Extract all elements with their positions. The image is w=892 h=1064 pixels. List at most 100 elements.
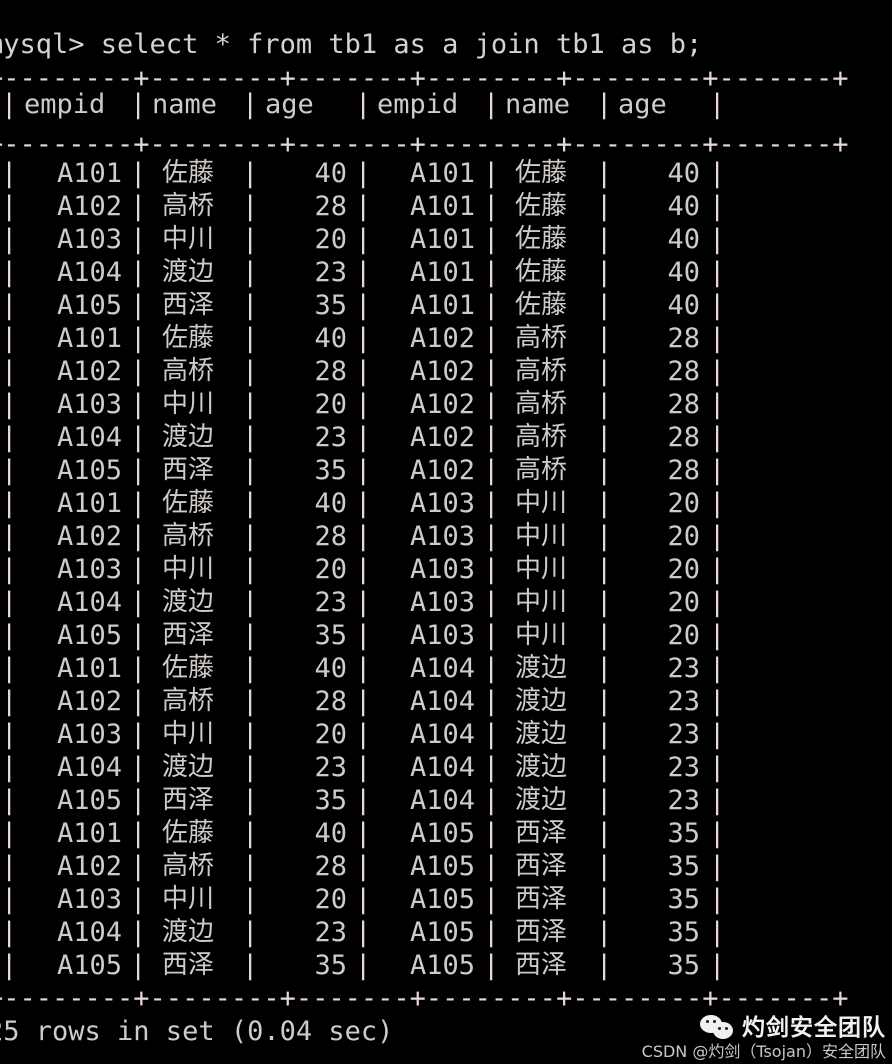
cell-empid-b: A101 xyxy=(409,191,475,222)
column-separator: | xyxy=(709,422,726,453)
cell-age-a: 35 xyxy=(314,455,347,486)
mysql-command-line: mysql> select * from tb1 as a join tb1 a… xyxy=(0,29,703,60)
column-separator: | xyxy=(1,89,18,120)
cell-name-b: 高桥 xyxy=(514,323,567,353)
cell-empid-a: A104 xyxy=(56,422,122,453)
column-separator: | xyxy=(355,389,372,420)
cell-name-a: 西泽 xyxy=(161,455,214,485)
cell-name-a: 渡边 xyxy=(161,587,214,617)
cell-age-a: 23 xyxy=(314,257,347,288)
cell-age-b: 23 xyxy=(667,719,700,750)
cell-empid-b: A101 xyxy=(409,158,475,189)
column-separator: | xyxy=(1,587,18,618)
cell-name-a: 西泽 xyxy=(161,950,214,980)
cell-name-b: 西泽 xyxy=(514,884,567,914)
cell-name-b: 中川 xyxy=(514,620,567,650)
column-separator: | xyxy=(1,257,18,288)
cell-name-a: 佐藤 xyxy=(161,323,214,353)
column-separator: | xyxy=(1,488,18,519)
cell-name-a: 高桥 xyxy=(161,191,214,221)
cell-empid-a: A104 xyxy=(56,917,122,948)
cell-name-a: 西泽 xyxy=(161,620,214,650)
cell-age-b: 35 xyxy=(667,851,700,882)
cell-empid-b: A104 xyxy=(409,686,475,717)
cell-name-b: 西泽 xyxy=(514,950,567,980)
cell-age-a: 35 xyxy=(314,785,347,816)
column-separator: | xyxy=(355,719,372,750)
column-separator: | xyxy=(709,917,726,948)
column-separator: | xyxy=(709,389,726,420)
column-separator: | xyxy=(1,818,18,849)
cell-name-a: 中川 xyxy=(161,554,214,584)
cell-name-a: 渡边 xyxy=(161,422,214,452)
cell-age-b: 23 xyxy=(667,653,700,684)
column-separator: | xyxy=(709,455,726,486)
column-separator: | xyxy=(596,89,613,120)
cell-age-b: 40 xyxy=(667,290,700,321)
cell-age-a: 40 xyxy=(314,158,347,189)
cell-age-a: 35 xyxy=(314,290,347,321)
cell-name-b: 西泽 xyxy=(514,851,567,881)
cell-age-b: 23 xyxy=(667,785,700,816)
cell-name-b: 佐藤 xyxy=(514,290,567,320)
cell-empid-a: A102 xyxy=(56,191,122,222)
cell-age-a: 40 xyxy=(314,323,347,354)
column-separator: | xyxy=(355,587,372,618)
cell-empid-a: A102 xyxy=(56,521,122,552)
cell-age-a: 40 xyxy=(314,818,347,849)
cell-name-b: 高桥 xyxy=(514,422,567,452)
cell-age-b: 20 xyxy=(667,587,700,618)
column-separator: | xyxy=(1,455,18,486)
cell-age-a: 35 xyxy=(314,620,347,651)
cell-empid-b: A102 xyxy=(409,389,475,420)
column-header-age-b: age xyxy=(618,89,667,120)
column-separator: | xyxy=(1,752,18,783)
column-separator: | xyxy=(709,752,726,783)
column-separator: | xyxy=(1,191,18,222)
cell-empid-b: A104 xyxy=(409,785,475,816)
wechat-icon xyxy=(700,1015,736,1041)
cell-name-a: 佐藤 xyxy=(161,488,214,518)
cell-age-a: 40 xyxy=(314,488,347,519)
column-separator: | xyxy=(1,224,18,255)
cell-name-b: 渡边 xyxy=(514,752,567,782)
cell-age-b: 35 xyxy=(667,917,700,948)
cell-age-a: 20 xyxy=(314,389,347,420)
cell-empid-b: A102 xyxy=(409,422,475,453)
cell-name-b: 西泽 xyxy=(514,917,567,947)
cell-age-b: 35 xyxy=(667,818,700,849)
cell-age-b: 40 xyxy=(667,257,700,288)
cell-name-a: 佐藤 xyxy=(161,158,214,188)
column-separator: | xyxy=(1,158,18,189)
cell-age-b: 40 xyxy=(667,191,700,222)
cell-name-b: 中川 xyxy=(514,587,567,617)
column-separator: | xyxy=(709,323,726,354)
column-separator: | xyxy=(355,158,372,189)
column-separator: | xyxy=(1,653,18,684)
cell-empid-b: A105 xyxy=(409,884,475,915)
cell-age-b: 20 xyxy=(667,620,700,651)
watermark-brand: 灼剑安全团队 xyxy=(742,1015,886,1041)
cell-empid-a: A105 xyxy=(56,290,122,321)
column-separator: | xyxy=(355,422,372,453)
column-separator: | xyxy=(1,785,18,816)
column-header-empid-b: empid xyxy=(377,89,459,120)
cell-name-a: 渡边 xyxy=(161,917,214,947)
column-separator: | xyxy=(355,851,372,882)
column-separator: | xyxy=(242,89,259,120)
cell-name-b: 高桥 xyxy=(514,455,567,485)
cell-empid-b: A105 xyxy=(409,950,475,981)
column-separator: | xyxy=(355,488,372,519)
column-separator: | xyxy=(709,884,726,915)
column-separator: | xyxy=(355,323,372,354)
cell-empid-b: A104 xyxy=(409,653,475,684)
cell-age-b: 35 xyxy=(667,950,700,981)
column-separator: | xyxy=(483,89,500,120)
cell-empid-b: A101 xyxy=(409,224,475,255)
cell-name-a: 高桥 xyxy=(161,851,214,881)
cell-name-a: 高桥 xyxy=(161,686,214,716)
column-separator: | xyxy=(355,191,372,222)
cell-empid-a: A103 xyxy=(56,389,122,420)
cell-age-a: 28 xyxy=(314,356,347,387)
column-separator: | xyxy=(1,686,18,717)
